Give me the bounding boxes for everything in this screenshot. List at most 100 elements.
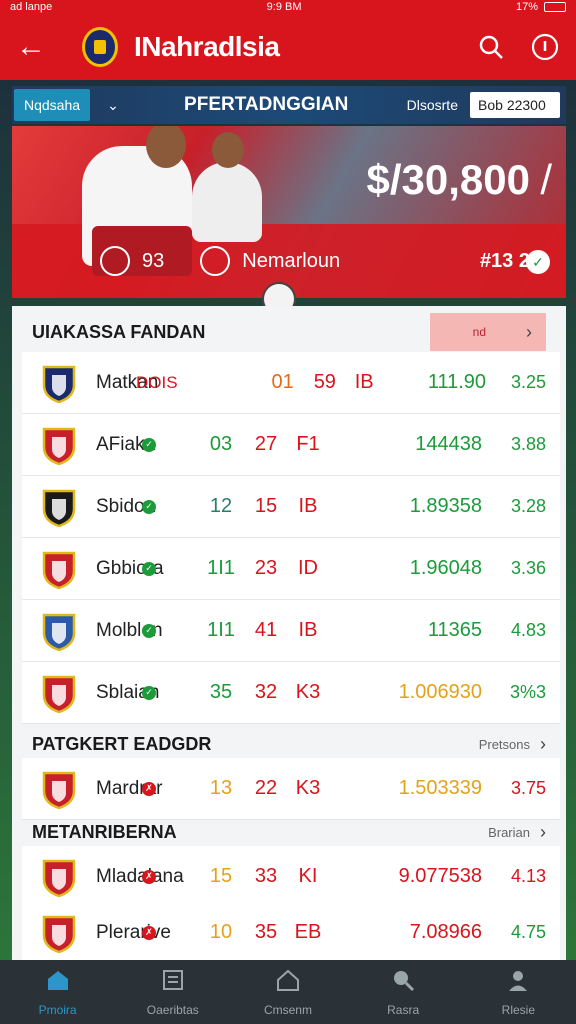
stat-code: K3 bbox=[295, 681, 321, 703]
stat-ratio: 3%3 bbox=[509, 682, 546, 702]
nav-item-1[interactable]: Oaeribtas bbox=[123, 968, 223, 1017]
check-icon: ✓ bbox=[526, 250, 550, 274]
stat-played: 13 bbox=[209, 777, 233, 799]
table-row[interactable]: Gbbiora ✓ 1I1 23 ID 1.96048 3.36 bbox=[22, 538, 560, 600]
status-check-icon: ✓ bbox=[142, 623, 156, 638]
stat-points: 27 bbox=[254, 433, 278, 455]
stat-points: 41 bbox=[254, 619, 278, 641]
hero-label: Nemarloun bbox=[242, 249, 341, 272]
stat-ratio: 3.88 bbox=[510, 434, 546, 454]
standings-panel: UIAKASSA FANDAN nd › Matkan DOIS 01 59 IB 111… bbox=[12, 306, 566, 964]
stat-played: 10 bbox=[209, 921, 233, 943]
section-action-3[interactable]: Brarian › bbox=[488, 822, 546, 843]
table-row[interactable]: Sbidoa ✓ 12 15 IB 1.89358 3.28 bbox=[22, 476, 560, 538]
nav-item-0[interactable]: Pmoira bbox=[8, 968, 108, 1017]
hero-price: $/30,800 bbox=[366, 156, 531, 203]
status-check-icon: ✓ bbox=[142, 499, 156, 514]
stat-ratio: 4.13 bbox=[510, 866, 546, 886]
stat-ratio: 3.36 bbox=[510, 558, 546, 578]
table-row[interactable]: Plerarive ✗ 10 35 EB 7.08966 4.75 bbox=[22, 902, 560, 964]
stat-value: 7.08966 bbox=[409, 921, 482, 943]
category-pill[interactable]: Nqdsaha bbox=[14, 89, 91, 121]
stat-played: 03 bbox=[209, 433, 233, 455]
hero-banner[interactable]: $/30,800 / 93 Nemarloun #13 2 ✓ bbox=[12, 126, 566, 298]
home-icon bbox=[45, 968, 71, 997]
battery-icon bbox=[543, 2, 566, 12]
jersey-icon bbox=[200, 246, 231, 276]
chevron-right-icon: › bbox=[526, 321, 532, 342]
team-crest-icon bbox=[42, 769, 76, 809]
stat-ratio: 4.75 bbox=[510, 922, 546, 942]
sub-header-right-label[interactable]: Dlsosrte bbox=[407, 97, 458, 113]
club-logo bbox=[82, 27, 118, 67]
team-crest-icon bbox=[42, 549, 76, 589]
sub-header: Nqdsaha ⌄ PFERTADNGGIAN Dlsosrte Bob 223… bbox=[12, 86, 566, 124]
table-row[interactable]: AFiaka ✓ 03 27 F1 144438 3.88 bbox=[22, 414, 560, 476]
balance-value: 22300 bbox=[506, 97, 546, 113]
table-row[interactable]: Sblaian ✓ 35 32 K3 1.006930 3%3 bbox=[22, 662, 560, 724]
section-action-label: Brarian bbox=[488, 824, 530, 840]
stat-points: 22 bbox=[254, 777, 278, 799]
chevron-down-icon[interactable]: ⌄ bbox=[98, 97, 128, 114]
stat-points: 33 bbox=[254, 865, 278, 887]
team-crest-icon bbox=[42, 857, 76, 897]
section-action-1[interactable]: nd › bbox=[430, 313, 546, 351]
stat-played: 35 bbox=[209, 681, 233, 703]
team-crest-icon bbox=[42, 425, 76, 465]
stat-code: K3 bbox=[295, 777, 321, 799]
stat-points: 23 bbox=[254, 557, 278, 579]
status-left: ad lanpe bbox=[10, 1, 53, 13]
sub-header-title: PFERTADNGGIAN bbox=[184, 94, 349, 115]
hero-slash: / bbox=[540, 156, 552, 203]
stat-value: 1.503339 bbox=[398, 777, 482, 799]
player-head-2 bbox=[212, 132, 244, 168]
section-title: UIAKASSA FANDAN bbox=[32, 321, 206, 342]
section-filter-box[interactable]: nd › bbox=[430, 313, 546, 351]
nav-label: Rasra bbox=[387, 1002, 420, 1017]
stat-code: IB bbox=[298, 619, 318, 641]
stat-code: IB bbox=[354, 371, 374, 393]
balance-label: Bob bbox=[478, 97, 503, 113]
status-check-icon: ✓ bbox=[142, 437, 156, 452]
stat-code: IB bbox=[298, 495, 318, 517]
stat-points: 59 bbox=[313, 371, 336, 393]
bottom-nav: Pmoira Oaeribtas Cmsenm Rasra Rlesie bbox=[0, 960, 576, 1024]
user-icon bbox=[506, 968, 530, 997]
nav-label: Rlesie bbox=[501, 1002, 536, 1017]
balance-box[interactable]: Bob 22300 bbox=[470, 92, 560, 118]
nav-label: Pmoira bbox=[38, 1002, 77, 1017]
stat-value: 9.077538 bbox=[398, 865, 482, 887]
nav-item-2[interactable]: Cmsenm bbox=[238, 968, 338, 1017]
hero-number: 93 bbox=[142, 249, 165, 272]
nav-item-3[interactable]: Rasra bbox=[353, 968, 453, 1017]
info-icon[interactable] bbox=[530, 32, 560, 62]
table-row[interactable]: Molblon ✓ 1I1 41 IB 11365 4.83 bbox=[22, 600, 560, 662]
stat-code: KI bbox=[298, 865, 318, 887]
status-check-icon bbox=[206, 376, 219, 390]
chevron-right-icon: › bbox=[540, 821, 546, 842]
search-icon[interactable] bbox=[476, 32, 506, 62]
stat-ratio: 3.75 bbox=[510, 778, 546, 798]
stat-value: 1.96048 bbox=[409, 557, 482, 579]
stat-played: 1I1 bbox=[207, 557, 235, 579]
stat-code: ID bbox=[298, 557, 318, 579]
chevron-right-icon: › bbox=[540, 733, 546, 754]
stat-points: 35 bbox=[254, 921, 278, 943]
section-action-2[interactable]: Pretsons › bbox=[479, 734, 546, 755]
logo-emblem bbox=[94, 40, 106, 54]
back-arrow-icon[interactable]: ← bbox=[16, 30, 56, 64]
status-check-icon: ✓ bbox=[142, 685, 156, 700]
stat-code: EB bbox=[294, 921, 322, 943]
section-title: METANRIBERNA bbox=[32, 821, 177, 842]
team-badge: DOIS bbox=[135, 372, 178, 392]
stat-ratio: 3.25 bbox=[510, 372, 546, 392]
player-image-2 bbox=[192, 162, 262, 242]
table-row[interactable]: Matkan DOIS 01 59 IB 111.90 3.25 bbox=[22, 352, 560, 414]
nav-label: Cmsenm bbox=[263, 1002, 312, 1017]
nav-item-4[interactable]: Rlesie bbox=[468, 968, 568, 1017]
stat-ratio: 4.83 bbox=[510, 620, 546, 640]
hero-info: 93 Nemarloun bbox=[100, 246, 340, 276]
stat-points: 32 bbox=[254, 681, 278, 703]
stat-played: 15 bbox=[209, 865, 233, 887]
table-row[interactable]: Mladalana ✗ 15 33 KI 9.077538 4.13 bbox=[22, 846, 560, 908]
